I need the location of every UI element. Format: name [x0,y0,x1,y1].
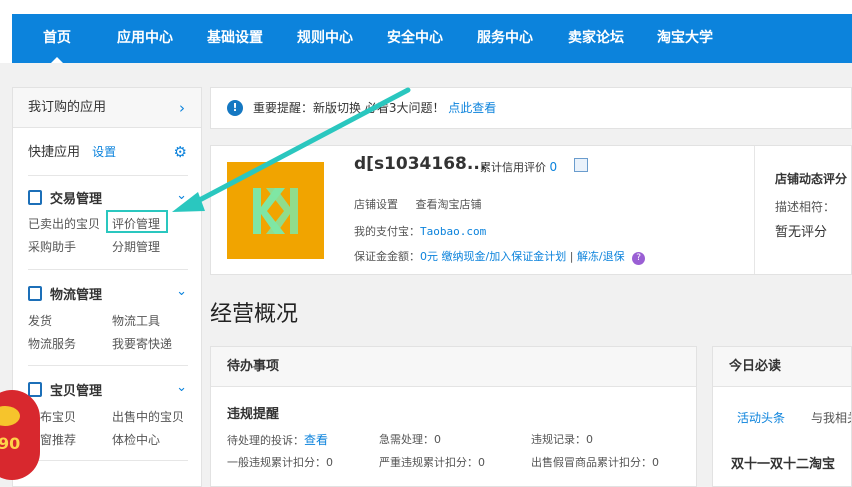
annotation-arrow [172,87,411,212]
